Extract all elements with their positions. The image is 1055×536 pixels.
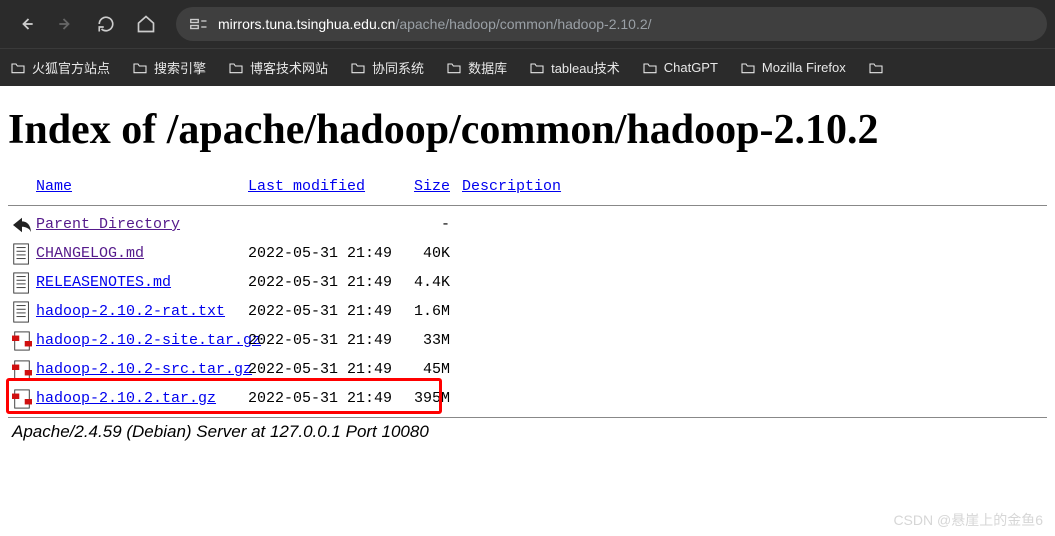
bookmark-label: Mozilla Firefox	[762, 60, 846, 75]
nav-reload-button[interactable]	[88, 6, 124, 42]
folder-icon	[529, 60, 545, 76]
file-size: 45M	[400, 361, 450, 378]
file-size: 4.4K	[400, 274, 450, 291]
browser-chrome: mirrors.tuna.tsinghua.edu.cn/apache/hado…	[0, 0, 1055, 86]
archive-icon	[8, 359, 36, 381]
bookmarks-bar: 火狐官方站点 搜索引擎 博客技术网站 协同系统 数据库 tableau技术 ChatGPT M…	[0, 48, 1055, 86]
bookmark-label: 协同系统	[372, 58, 424, 77]
divider	[8, 205, 1047, 206]
url-bar[interactable]: mirrors.tuna.tsinghua.edu.cn/apache/hado…	[176, 7, 1047, 41]
site-info-icon[interactable]	[190, 17, 208, 31]
text-file-icon	[8, 301, 36, 323]
text-file-icon	[8, 243, 36, 265]
file-row: hadoop-2.10.2-site.tar.gz2022-05-31 21:4…	[8, 326, 1047, 355]
file-modified: 2022-05-31 21:49	[248, 332, 400, 349]
file-modified: 2022-05-31 21:49	[248, 361, 400, 378]
file-size: 33M	[400, 332, 450, 349]
folder-icon	[446, 60, 462, 76]
bookmark-item[interactable]: 搜索引擎	[132, 58, 206, 77]
url-path: /apache/hadoop/common/hadoop-2.10.2/	[395, 16, 651, 32]
bookmark-item[interactable]	[868, 60, 890, 76]
bookmark-item[interactable]: tableau技术	[529, 58, 620, 77]
file-row: RELEASENOTES.md2022-05-31 21:494.4K	[8, 268, 1047, 297]
file-link[interactable]: hadoop-2.10.2.tar.gz	[36, 390, 248, 407]
page-content: Index of /apache/hadoop/common/hadoop-2.…	[0, 86, 1055, 450]
header-size[interactable]: Size	[400, 178, 450, 195]
bookmark-item[interactable]: ChatGPT	[642, 60, 718, 76]
file-modified: 2022-05-31 21:49	[248, 274, 400, 291]
folder-icon	[132, 60, 148, 76]
file-modified: 2022-05-31 21:49	[248, 390, 400, 407]
file-link[interactable]: hadoop-2.10.2-rat.txt	[36, 303, 248, 320]
file-size: 1.6M	[400, 303, 450, 320]
bookmark-item[interactable]: 数据库	[446, 58, 507, 77]
url-host: mirrors.tuna.tsinghua.edu.cn	[218, 16, 395, 32]
bookmark-label: 博客技术网站	[250, 58, 328, 77]
bookmark-item[interactable]: Mozilla Firefox	[740, 60, 846, 76]
folder-icon	[10, 60, 26, 76]
header-desc[interactable]: Description	[450, 178, 561, 195]
file-row: hadoop-2.10.2-src.tar.gz2022-05-31 21:49…	[8, 355, 1047, 384]
folder-icon	[740, 60, 756, 76]
parent-directory-link[interactable]: Parent Directory	[36, 216, 248, 233]
folder-icon	[350, 60, 366, 76]
file-row: CHANGELOG.md2022-05-31 21:4940K	[8, 239, 1047, 268]
nav-home-button[interactable]	[128, 6, 164, 42]
bookmark-item[interactable]: 协同系统	[350, 58, 424, 77]
nav-forward-button[interactable]	[48, 6, 84, 42]
archive-icon	[8, 388, 36, 410]
file-modified: 2022-05-31 21:49	[248, 245, 400, 262]
bookmark-item[interactable]: 火狐官方站点	[10, 58, 110, 77]
header-name[interactable]: Name	[36, 178, 248, 195]
file-link[interactable]: CHANGELOG.md	[36, 245, 248, 262]
listing-header-row: Name Last modified Size Description	[8, 172, 1047, 201]
file-row: hadoop-2.10.2-rat.txt2022-05-31 21:491.6…	[8, 297, 1047, 326]
parent-directory-row: Parent Directory -	[8, 210, 1047, 239]
browser-toolbar: mirrors.tuna.tsinghua.edu.cn/apache/hado…	[0, 0, 1055, 48]
directory-listing: Name Last modified Size Description Pare…	[8, 172, 1047, 418]
header-modified[interactable]: Last modified	[248, 178, 400, 195]
server-signature: Apache/2.4.59 (Debian) Server at 127.0.0…	[8, 422, 1047, 442]
file-modified: 2022-05-31 21:49	[248, 303, 400, 320]
file-row: hadoop-2.10.2.tar.gz2022-05-31 21:49395M	[8, 384, 1047, 413]
archive-icon	[8, 330, 36, 352]
text-file-icon	[8, 272, 36, 294]
nav-back-button[interactable]	[8, 6, 44, 42]
bookmark-label: 搜索引擎	[154, 58, 206, 77]
bookmark-label: 数据库	[468, 58, 507, 77]
bookmark-label: 火狐官方站点	[32, 58, 110, 77]
file-link[interactable]: hadoop-2.10.2-site.tar.gz	[36, 332, 248, 349]
url-text: mirrors.tuna.tsinghua.edu.cn/apache/hado…	[218, 16, 652, 32]
back-icon	[8, 216, 36, 234]
bookmark-item[interactable]: 博客技术网站	[228, 58, 328, 77]
divider	[8, 417, 1047, 418]
bookmark-label: ChatGPT	[664, 60, 718, 75]
page-title: Index of /apache/hadoop/common/hadoop-2.…	[8, 106, 1047, 154]
file-link[interactable]: RELEASENOTES.md	[36, 274, 248, 291]
watermark: CSDN @悬崖上的金鱼6	[893, 510, 1043, 530]
folder-icon	[868, 60, 884, 76]
folder-icon	[642, 60, 658, 76]
bookmark-label: tableau技术	[551, 58, 620, 77]
file-size: 395M	[400, 390, 450, 407]
folder-icon	[228, 60, 244, 76]
parent-size: -	[400, 216, 450, 233]
file-link[interactable]: hadoop-2.10.2-src.tar.gz	[36, 361, 248, 378]
file-size: 40K	[400, 245, 450, 262]
